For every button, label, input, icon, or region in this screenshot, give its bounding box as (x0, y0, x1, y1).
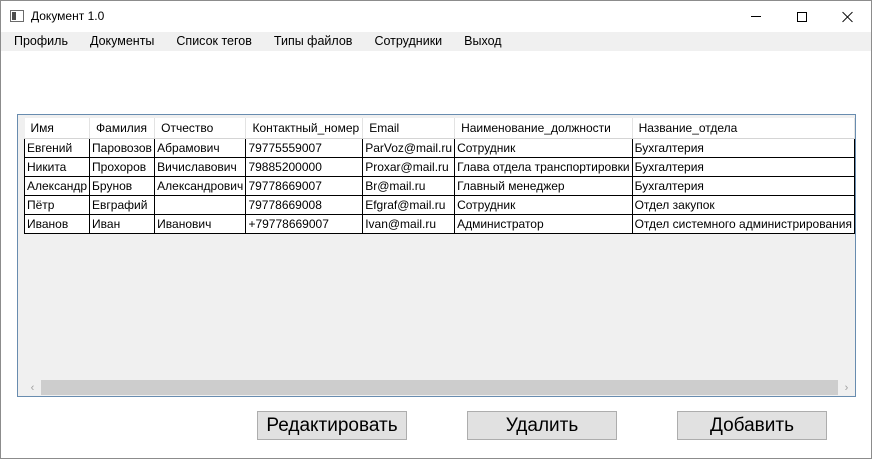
scroll-right-icon[interactable]: › (838, 379, 855, 396)
column-header[interactable]: Email (362, 118, 456, 139)
scrollbar-thumb[interactable] (41, 380, 838, 395)
column-header[interactable]: Название_отдела (632, 118, 855, 139)
add-button[interactable]: Добавить (677, 411, 827, 440)
table-cell[interactable]: Иван (89, 214, 156, 234)
column-header[interactable]: Наименование_должности (454, 118, 633, 139)
table-cell[interactable]: Сотрудник (454, 137, 633, 158)
column-header[interactable]: Отчество (154, 118, 247, 139)
table-cell[interactable]: Евгений (23, 137, 91, 158)
table-row[interactable]: Пётр Евграфий 79778669008 Efgraf@mail.ru… (23, 195, 855, 215)
table-cell[interactable]: 79885200000 (245, 157, 364, 177)
app-icon (10, 10, 24, 22)
table-cell[interactable]: Отдел системного администрирования (631, 214, 855, 234)
table-cell[interactable]: Никита (23, 157, 91, 177)
table-row[interactable]: Иванов Иван Иванович +79778669007 Ivan@m… (23, 214, 855, 234)
table-cell[interactable]: 79775559007 (245, 137, 364, 158)
table-cell[interactable]: Proxar@mail.ru (362, 157, 456, 177)
table-row[interactable]: Александр Брунов Александрович 797786690… (23, 176, 855, 196)
table-cell[interactable]: Ivan@mail.ru (362, 214, 456, 234)
employees-grid[interactable]: Имя Фамилия Отчество Контактный_номер Em… (17, 114, 856, 397)
minimize-icon (751, 16, 761, 17)
table-cell[interactable]: Иванов (23, 214, 91, 234)
column-header[interactable]: Фамилия (89, 118, 156, 139)
menu-item-profile[interactable]: Профиль (1, 32, 77, 51)
table-cell[interactable]: Прохоров (89, 157, 156, 177)
table-cell[interactable]: Абрамович (154, 137, 247, 158)
table-cell[interactable]: Александр (23, 176, 91, 196)
minimize-button[interactable] (733, 1, 779, 32)
table-cell[interactable]: Бухгалтерия (631, 176, 855, 196)
column-header[interactable]: Контактный_номер (245, 118, 364, 139)
edit-button[interactable]: Редактировать (257, 411, 407, 440)
menu-item-documents[interactable]: Документы (77, 32, 163, 51)
delete-button[interactable]: Удалить (467, 411, 617, 440)
scroll-left-icon[interactable]: ‹ (24, 379, 41, 396)
table-cell[interactable]: 79778669008 (245, 195, 364, 215)
table-cell[interactable]: Иванович (154, 214, 247, 234)
table-cell[interactable]: Br@mail.ru (362, 176, 456, 196)
table-cell[interactable]: Вичиславович (154, 157, 247, 177)
window-title: Документ 1.0 (31, 9, 105, 23)
maximize-icon (797, 11, 807, 22)
table-cell[interactable]: +79778669007 (245, 214, 364, 234)
table-cell[interactable]: Бухгалтерия (631, 157, 855, 177)
menu-item-employees[interactable]: Сотрудники (361, 32, 451, 51)
table-cell[interactable]: Глава отдела транспортировки (454, 157, 633, 177)
app-window: Документ 1.0 Профиль Документы Список те… (0, 0, 872, 459)
menu-item-tags[interactable]: Список тегов (163, 32, 260, 51)
table-cell[interactable]: Брунов (89, 176, 156, 196)
column-header[interactable]: Имя (24, 118, 91, 139)
table-cell[interactable]: Евграфий (89, 195, 156, 215)
table-cell[interactable] (154, 195, 247, 215)
table-cell[interactable]: Efgraf@mail.ru (362, 195, 456, 215)
menu-item-file-types[interactable]: Типы файлов (261, 32, 362, 51)
table-row[interactable]: Никита Прохоров Вичиславович 79885200000… (23, 157, 855, 177)
table-cell[interactable]: Администратор (454, 214, 633, 234)
menu-bar: Профиль Документы Список тегов Типы файл… (1, 32, 871, 51)
employees-table: Имя Фамилия Отчество Контактный_номер Em… (23, 118, 855, 234)
table-row[interactable]: Евгений Паровозов Абрамович 79775559007 … (23, 137, 855, 158)
table-cell[interactable]: Пётр (23, 195, 91, 215)
horizontal-scrollbar[interactable]: ‹ › (24, 379, 855, 396)
close-icon (842, 11, 854, 23)
table-cell[interactable]: Александрович (154, 176, 247, 196)
table-cell[interactable]: Бухгалтерия (631, 137, 855, 158)
menu-item-exit[interactable]: Выход (451, 32, 510, 51)
maximize-button[interactable] (779, 1, 825, 32)
close-button[interactable] (825, 1, 871, 32)
table-cell[interactable]: ParVoz@mail.ru (362, 137, 456, 158)
table-cell[interactable]: Отдел закупок (631, 195, 855, 215)
table-header-row: Имя Фамилия Отчество Контактный_номер Em… (24, 118, 855, 139)
title-bar: Документ 1.0 (1, 1, 871, 32)
table-cell[interactable]: 79778669007 (245, 176, 364, 196)
table-cell[interactable]: Главный менеджер (454, 176, 633, 196)
table-cell[interactable]: Паровозов (89, 137, 156, 158)
table-cell[interactable]: Сотрудник (454, 195, 633, 215)
